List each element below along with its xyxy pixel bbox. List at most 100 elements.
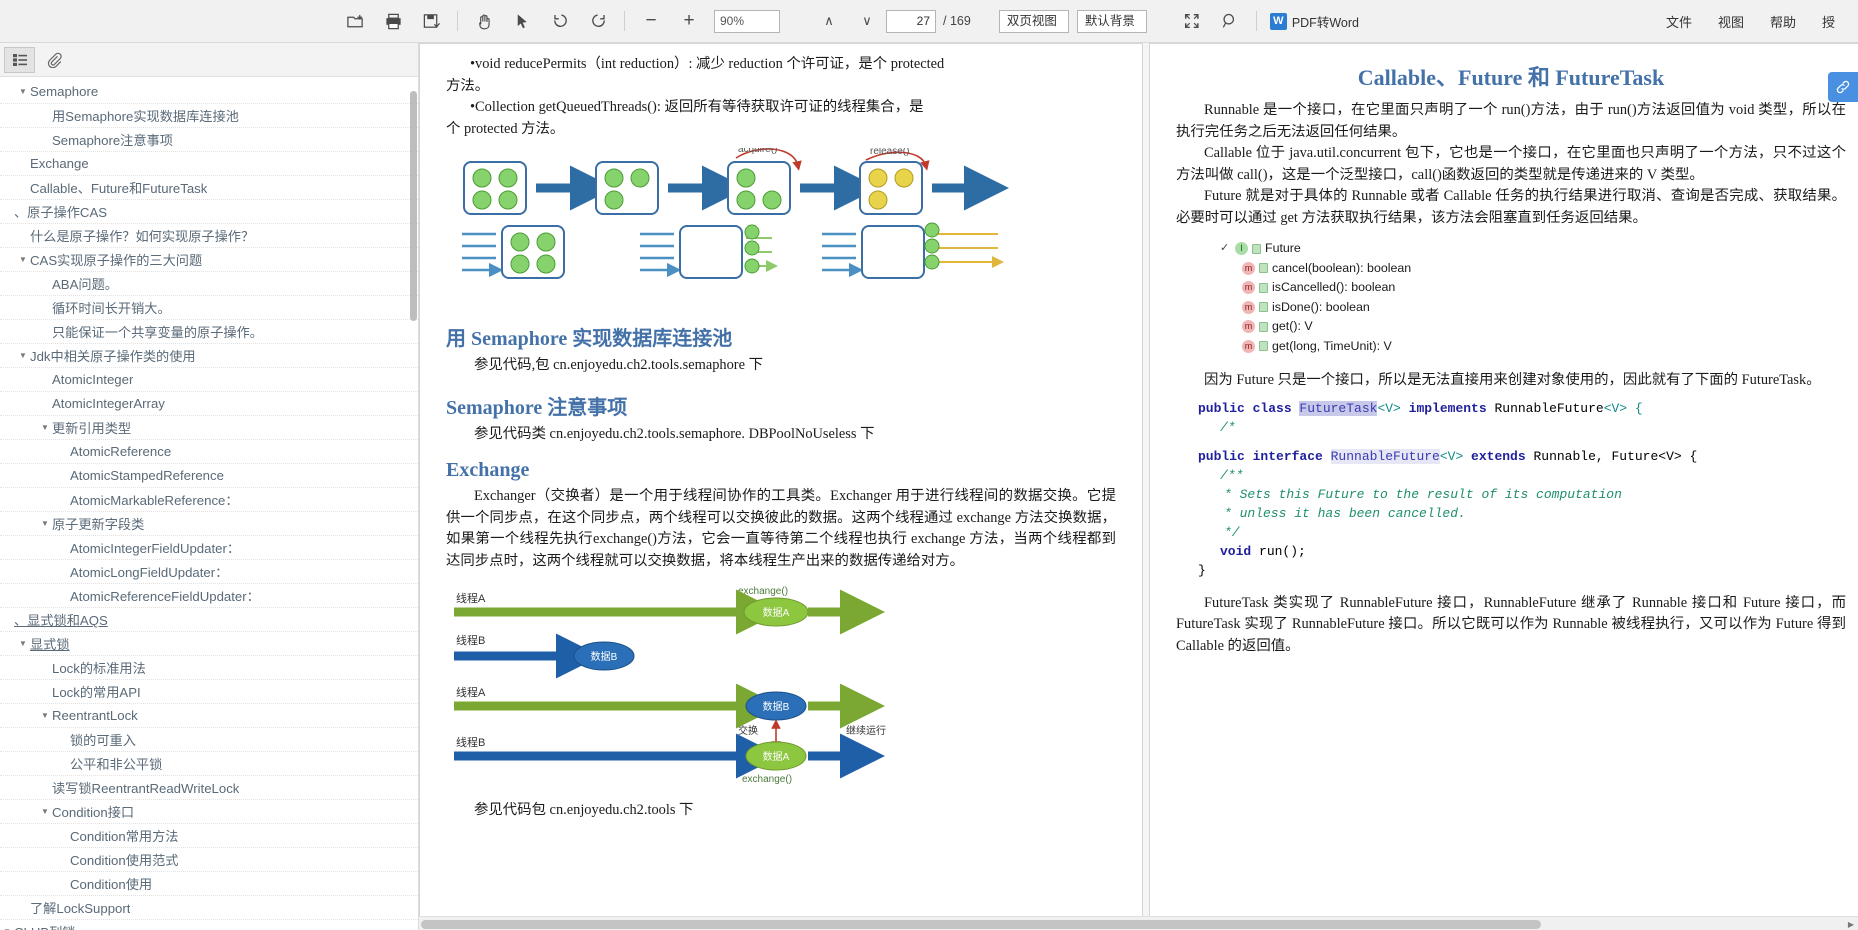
heading-semaphore-notes: Semaphore 注意事项 xyxy=(446,396,628,419)
code-block-runnablefuture: public interface RunnableFuture<V> exten… xyxy=(1198,448,1846,465)
outline-item[interactable]: AtomicIntegerFieldUpdater： xyxy=(0,536,418,560)
toolbar-divider-2 xyxy=(624,11,625,31)
outline-item[interactable]: ▼ Jdk中相关原子操作类的使用 xyxy=(0,344,418,368)
fullscreen-icon[interactable] xyxy=(1175,4,1209,38)
save-as-icon[interactable] xyxy=(414,4,448,38)
chevron-down-icon[interactable]: ▼ xyxy=(16,255,30,264)
zoom-in-button[interactable]: + xyxy=(672,4,706,38)
link-share-icon[interactable] xyxy=(1828,72,1858,102)
outline-item[interactable]: 公平和非公平锁 xyxy=(0,752,418,776)
outline-item[interactable]: 什么是原子操作？如何实现原子操作？ xyxy=(0,224,418,248)
outline-item-label: AtomicIntegerArray xyxy=(52,396,165,411)
page-number-input[interactable]: 27 xyxy=(886,9,936,33)
outline-item[interactable]: 、显式锁和AQS xyxy=(0,608,418,632)
outline-item[interactable]: Lock的常用API xyxy=(0,680,418,704)
next-page-button[interactable]: ∨ xyxy=(850,4,884,38)
document-page-right: Callable、Future 和 FutureTask Runnable 是一… xyxy=(1149,43,1858,930)
outline-item[interactable]: ▼ 原子更新字段类 xyxy=(0,512,418,536)
leaf-icon xyxy=(1259,302,1268,313)
outline-item[interactable]: 锁的可重入 xyxy=(0,728,418,752)
outline-item[interactable]: ▼ CAS实现原子操作的三大问题 xyxy=(0,248,418,272)
tree-method-label: isDone(): boolean xyxy=(1272,299,1370,314)
outline-item[interactable]: AtomicReferenceFieldUpdater： xyxy=(0,584,418,608)
chevron-down-icon[interactable]: ▼ xyxy=(38,807,52,816)
outline-item[interactable]: Lock的标准用法 xyxy=(0,656,418,680)
hand-tool-icon[interactable] xyxy=(467,4,501,38)
view-mode-select[interactable]: 双页视图 xyxy=(998,9,1069,33)
outline-item[interactable]: ▼ 显式锁 xyxy=(0,632,418,656)
heading-semaphore-db-pool: 用 Semaphore 实现数据库连接池 xyxy=(446,328,733,350)
tree-method-row: m cancel(boolean): boolean xyxy=(1242,259,1846,279)
outline-item[interactable]: AtomicMarkableReference： xyxy=(0,488,418,512)
outline-item[interactable]: ▼ 更新引用类型 xyxy=(0,416,418,440)
outline-item[interactable]: Condition使用 xyxy=(0,872,418,896)
chevron-down-icon[interactable]: ▼ xyxy=(38,423,52,432)
menu-help[interactable]: 帮助 xyxy=(1757,8,1809,35)
outline-item[interactable]: ABA问题。 xyxy=(0,272,418,296)
outline-item[interactable]: 读写锁ReentrantReadWriteLock xyxy=(0,776,418,800)
outline-item-label: 显式锁 xyxy=(30,637,70,652)
menu-license[interactable]: 授 xyxy=(1809,8,1848,35)
outline-item[interactable]: 、原子操作CAS xyxy=(0,200,418,224)
open-file-icon[interactable] xyxy=(338,4,372,38)
svg-text:继续运行: 继续运行 xyxy=(846,724,886,737)
svg-text:数据A: 数据A xyxy=(763,750,790,763)
rotate-right-icon[interactable] xyxy=(581,4,615,38)
horizontal-scroll-thumb[interactable] xyxy=(421,920,1541,929)
zoom-out-button[interactable]: − xyxy=(634,4,668,38)
outline-item-label: CAS实现原子操作的三大问题 xyxy=(30,253,203,268)
zoom-level-input[interactable]: 90% xyxy=(714,9,780,33)
outline-item[interactable]: ▼ Semaphore xyxy=(0,80,418,104)
code-comment-2: /** xyxy=(1220,467,1244,483)
outline-tab[interactable] xyxy=(4,46,35,73)
outline-item[interactable]: AtomicInteger xyxy=(0,368,418,392)
menu-file[interactable]: 文件 xyxy=(1653,8,1705,35)
outline-item[interactable]: Exchange xyxy=(0,152,418,176)
outline-item[interactable]: Callable、Future和FutureTask xyxy=(0,176,418,200)
leaf-icon xyxy=(1252,243,1261,254)
outline-item[interactable]: Condition使用范式 xyxy=(0,848,418,872)
outline-item[interactable]: 只能保证一个共享变量的原子操作。 xyxy=(0,320,418,344)
outline-tree[interactable]: ▼ Semaphore 用Semaphore实现数据库连接池 Semaphore注意事… xyxy=(0,77,418,930)
background-mode-select[interactable]: 默认背景 xyxy=(1076,9,1147,33)
interface-badge-icon: I xyxy=(1235,242,1248,256)
chevron-down-icon[interactable]: ▼ xyxy=(16,87,30,96)
toolbar-file-group xyxy=(336,0,632,42)
print-icon[interactable] xyxy=(376,4,410,38)
select-tool-icon[interactable] xyxy=(505,4,539,38)
sidebar-tab-bar xyxy=(0,43,418,77)
outline-item[interactable]: Condition常用方法 xyxy=(0,824,418,848)
outline-item[interactable]: AtomicStampedReference xyxy=(0,464,418,488)
outline-item-label: 锁的可重入 xyxy=(70,733,136,748)
search-icon[interactable] xyxy=(1213,4,1247,38)
chevron-down-icon[interactable]: ▼ xyxy=(38,519,52,528)
chevron-down-icon[interactable]: ▼ xyxy=(16,351,30,360)
outline-item-label: Semaphore xyxy=(30,84,99,99)
outline-item-label: Exchange xyxy=(30,156,89,171)
previous-page-button[interactable]: ∧ xyxy=(812,4,846,38)
outline-item[interactable]: ▼CLHB列锁 xyxy=(0,920,418,930)
menu-view[interactable]: 视图 xyxy=(1705,8,1757,35)
outline-item-label: 原子更新字段类 xyxy=(52,517,145,532)
rotate-left-icon[interactable] xyxy=(543,4,577,38)
outline-item[interactable]: 了解LockSupport xyxy=(0,896,418,920)
chevron-down-icon[interactable]: ▼ xyxy=(16,639,30,648)
chevron-down-icon[interactable]: ▼ xyxy=(38,711,52,720)
outline-item[interactable]: ▼ Condition接口 xyxy=(0,800,418,824)
bullet-reduce-permits-cont: 方法。 xyxy=(446,77,490,94)
outline-item[interactable]: AtomicIntegerArray xyxy=(0,392,418,416)
sidebar-scrollbar-thumb[interactable] xyxy=(410,91,417,321)
scroll-right-arrow-icon[interactable]: ▶ xyxy=(1844,917,1858,930)
outline-item[interactable]: ▼ ReentrantLock xyxy=(0,704,418,728)
pdf-to-word-button[interactable]: W PDF转Word xyxy=(1264,9,1365,34)
outline-item-label: Condition接口 xyxy=(52,805,135,820)
outline-item[interactable]: 循环时间长开销大。 xyxy=(0,296,418,320)
outline-item[interactable]: AtomicReference xyxy=(0,440,418,464)
document-viewport[interactable]: •void reducePermits（int reduction）: 减少 r… xyxy=(419,43,1858,930)
tree-method-row: m get(): V xyxy=(1242,317,1846,337)
outline-item[interactable]: 用Semaphore实现数据库连接池 xyxy=(0,104,418,128)
outline-item[interactable]: AtomicLongFieldUpdater： xyxy=(0,560,418,584)
attachment-tab[interactable] xyxy=(38,47,69,73)
document-horizontal-scrollbar[interactable]: ◀ ▶ xyxy=(419,916,1858,930)
outline-item[interactable]: Semaphore注意事项 xyxy=(0,128,418,152)
